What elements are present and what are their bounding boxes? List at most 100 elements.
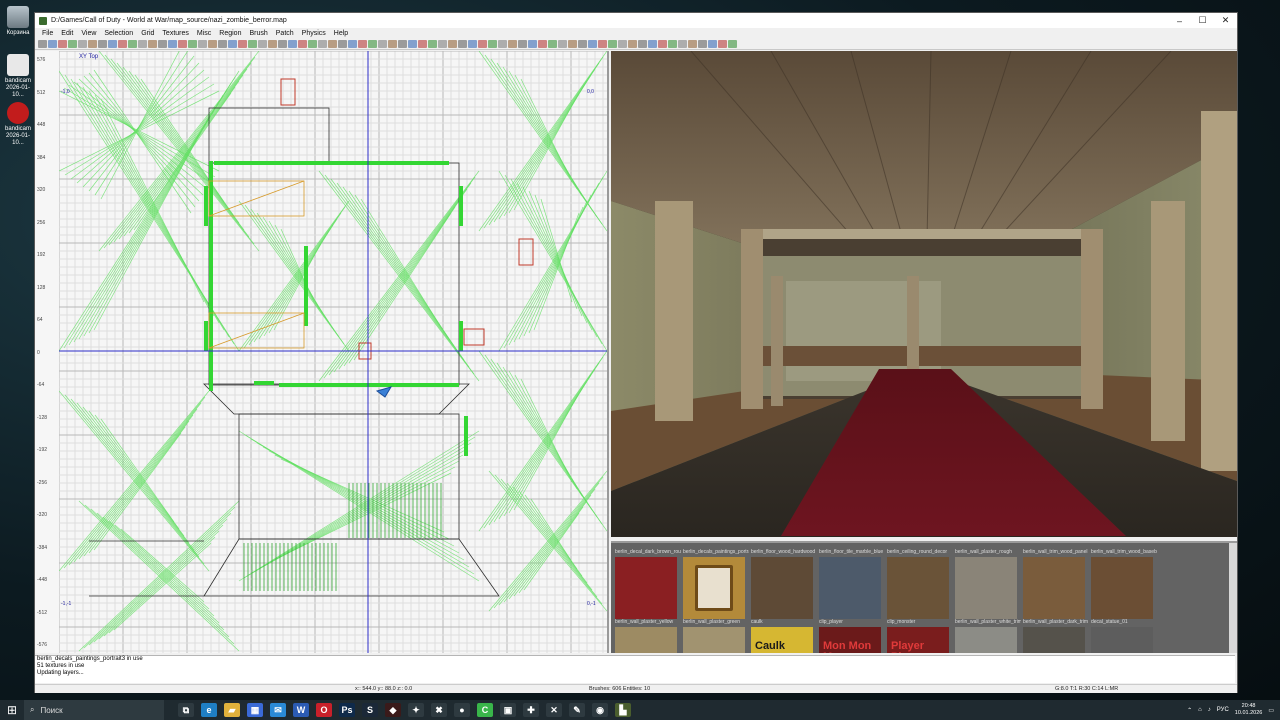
toolbar-tool-icon[interactable] — [358, 40, 367, 48]
texture-tile[interactable]: berlin_wall_plaster_rough — [955, 549, 1017, 619]
toolbar-tool-icon[interactable] — [278, 40, 287, 48]
toolbar-tool-icon[interactable] — [528, 40, 537, 48]
clock[interactable]: 20:48 10.01.2026 — [1235, 703, 1263, 717]
toolbar-tool-icon[interactable] — [418, 40, 427, 48]
grid-tool-icon[interactable]: ✕ — [546, 703, 562, 717]
toolbar-tool-icon[interactable] — [548, 40, 557, 48]
toolbar-tool-icon[interactable] — [128, 40, 137, 48]
toolbar-tool-icon[interactable] — [108, 40, 117, 48]
menu-region[interactable]: Region — [215, 30, 245, 37]
texture-tile[interactable]: berlin_wall_trim_wood_panel — [1023, 549, 1087, 619]
toolbar-tool-icon[interactable] — [168, 40, 177, 48]
menu-file[interactable]: File — [38, 30, 57, 37]
menu-misc[interactable]: Misc — [193, 30, 215, 37]
texture-browser[interactable]: berlin_decal_dark_brown_rough berlin_deca… — [611, 541, 1237, 653]
file-explorer-icon[interactable]: ▰ — [224, 703, 240, 717]
toolbar-tool-icon[interactable] — [148, 40, 157, 48]
toolbar-tool-icon[interactable] — [208, 40, 217, 48]
toolbar-tool-icon[interactable] — [608, 40, 617, 48]
toolbar-tool-icon[interactable] — [178, 40, 187, 48]
maximize-button[interactable]: ☐ — [1191, 15, 1214, 26]
menu-edit[interactable]: Edit — [57, 30, 77, 37]
notification-icon[interactable]: ▭ — [1268, 707, 1274, 714]
toolbar-tool-icon[interactable] — [268, 40, 277, 48]
texture-tile[interactable]: berlin_ceiling_round_decor — [887, 549, 949, 619]
toolbar-tool-icon[interactable] — [458, 40, 467, 48]
toolbar-tool-icon[interactable] — [438, 40, 447, 48]
toolbar-tool-icon[interactable] — [368, 40, 377, 48]
toolbar-tool-icon[interactable] — [578, 40, 587, 48]
toolbar-tool-icon[interactable] — [218, 40, 227, 48]
menu-patch[interactable]: Patch — [272, 30, 298, 37]
active-app-icon[interactable]: ▙ — [615, 703, 631, 717]
taskbar-search[interactable]: ⌕ Поиск — [24, 700, 164, 720]
toolbar-tool-icon[interactable] — [348, 40, 357, 48]
toolbar-tool-icon[interactable] — [58, 40, 67, 48]
texture-tile[interactable]: berlin_wall_plaster_white_trim — [955, 619, 1021, 653]
desktop-icon-recycle-bin[interactable]: Корзина — [2, 6, 34, 37]
toolbar-tool-icon[interactable] — [568, 40, 577, 48]
toolbar-tool-icon[interactable] — [648, 40, 657, 48]
texture-tile[interactable]: berlin_floor_tile_marble_blue — [819, 549, 883, 619]
texture-tile[interactable]: berlin_decals_paintings_portrait3 — [683, 549, 749, 619]
chevron-up-icon[interactable]: ⌃ — [1187, 707, 1192, 714]
photoshop-icon[interactable]: Ps — [339, 703, 355, 717]
toolbar-tool-icon[interactable] — [78, 40, 87, 48]
toolbar-tool-icon[interactable] — [558, 40, 567, 48]
toolbar-tool-icon[interactable] — [298, 40, 307, 48]
toolbar-tool-icon[interactable] — [158, 40, 167, 48]
menu-view[interactable]: View — [77, 30, 100, 37]
texture-tile[interactable]: clip_player Mon Mon Mon — [819, 619, 881, 653]
toolbar-tool-icon[interactable] — [518, 40, 527, 48]
toolbar-tool-icon[interactable] — [248, 40, 257, 48]
app-red-icon[interactable]: ◆ — [385, 703, 401, 717]
edge-icon[interactable]: e — [201, 703, 217, 717]
toolbar-tool-icon[interactable] — [618, 40, 627, 48]
menu-textures[interactable]: Textures — [158, 30, 192, 37]
desktop-icon-bandicam-video[interactable]: bandicam 2026-01-10... — [2, 54, 34, 99]
toolbar-tool-icon[interactable] — [318, 40, 327, 48]
toolbar-tool-icon[interactable] — [538, 40, 547, 48]
record-icon[interactable]: ● — [454, 703, 470, 717]
toolbar-tool-icon[interactable] — [48, 40, 57, 48]
toolbar-tool-icon[interactable] — [288, 40, 297, 48]
steam-icon[interactable]: S — [362, 703, 378, 717]
cod-icon[interactable]: ◉ — [592, 703, 608, 717]
toolbar-tool-icon[interactable] — [678, 40, 687, 48]
toolbar-tool-icon[interactable] — [138, 40, 147, 48]
toolbar-tool-icon[interactable] — [478, 40, 487, 48]
desktop-icon-bandicam[interactable]: bandicam 2026-01-10... — [2, 102, 34, 147]
toolbar-tool-icon[interactable] — [258, 40, 267, 48]
toolbar-tool-icon[interactable] — [658, 40, 667, 48]
toolbar-tool-icon[interactable] — [308, 40, 317, 48]
toolbar-tool-icon[interactable] — [118, 40, 127, 48]
toolbar-tool-icon[interactable] — [498, 40, 507, 48]
word-icon[interactable]: W — [293, 703, 309, 717]
texture-tile[interactable]: berlin_wall_trim_wood_baseboard — [1091, 549, 1157, 619]
toolbar-tool-icon[interactable] — [468, 40, 477, 48]
toolbar-tool-icon[interactable] — [708, 40, 717, 48]
texture-tile[interactable]: clip_monster Player Player Player — [887, 619, 949, 653]
task-view-icon[interactable]: ⧉ — [178, 703, 194, 717]
toolbar-tool-icon[interactable] — [598, 40, 607, 48]
mail-icon[interactable]: ✉ — [270, 703, 286, 717]
game-icon[interactable]: ✖ — [431, 703, 447, 717]
toolbar-tool-icon[interactable] — [388, 40, 397, 48]
menu-selection[interactable]: Selection — [100, 30, 137, 37]
toolbar-tool-icon[interactable] — [628, 40, 637, 48]
toolbar-tool-icon[interactable] — [718, 40, 727, 48]
toolbar-tool-icon[interactable] — [228, 40, 237, 48]
toolbar-tool-icon[interactable] — [378, 40, 387, 48]
toolbar-tool-icon[interactable] — [68, 40, 77, 48]
toolbar-tool-icon[interactable] — [188, 40, 197, 48]
toolbar-tool-icon[interactable] — [688, 40, 697, 48]
toolbar-tool-icon[interactable] — [728, 40, 737, 48]
toolbar-tool-icon[interactable] — [448, 40, 457, 48]
menu-help[interactable]: Help — [330, 30, 352, 37]
tile-icon[interactable]: ▣ — [500, 703, 516, 717]
texture-tile[interactable]: decal_statue_01 — [1091, 619, 1153, 653]
green-app-icon[interactable]: C — [477, 703, 493, 717]
grid-canvas[interactable] — [59, 51, 607, 653]
menu-brush[interactable]: Brush — [245, 30, 271, 37]
start-button[interactable]: ⊞ — [0, 703, 24, 717]
